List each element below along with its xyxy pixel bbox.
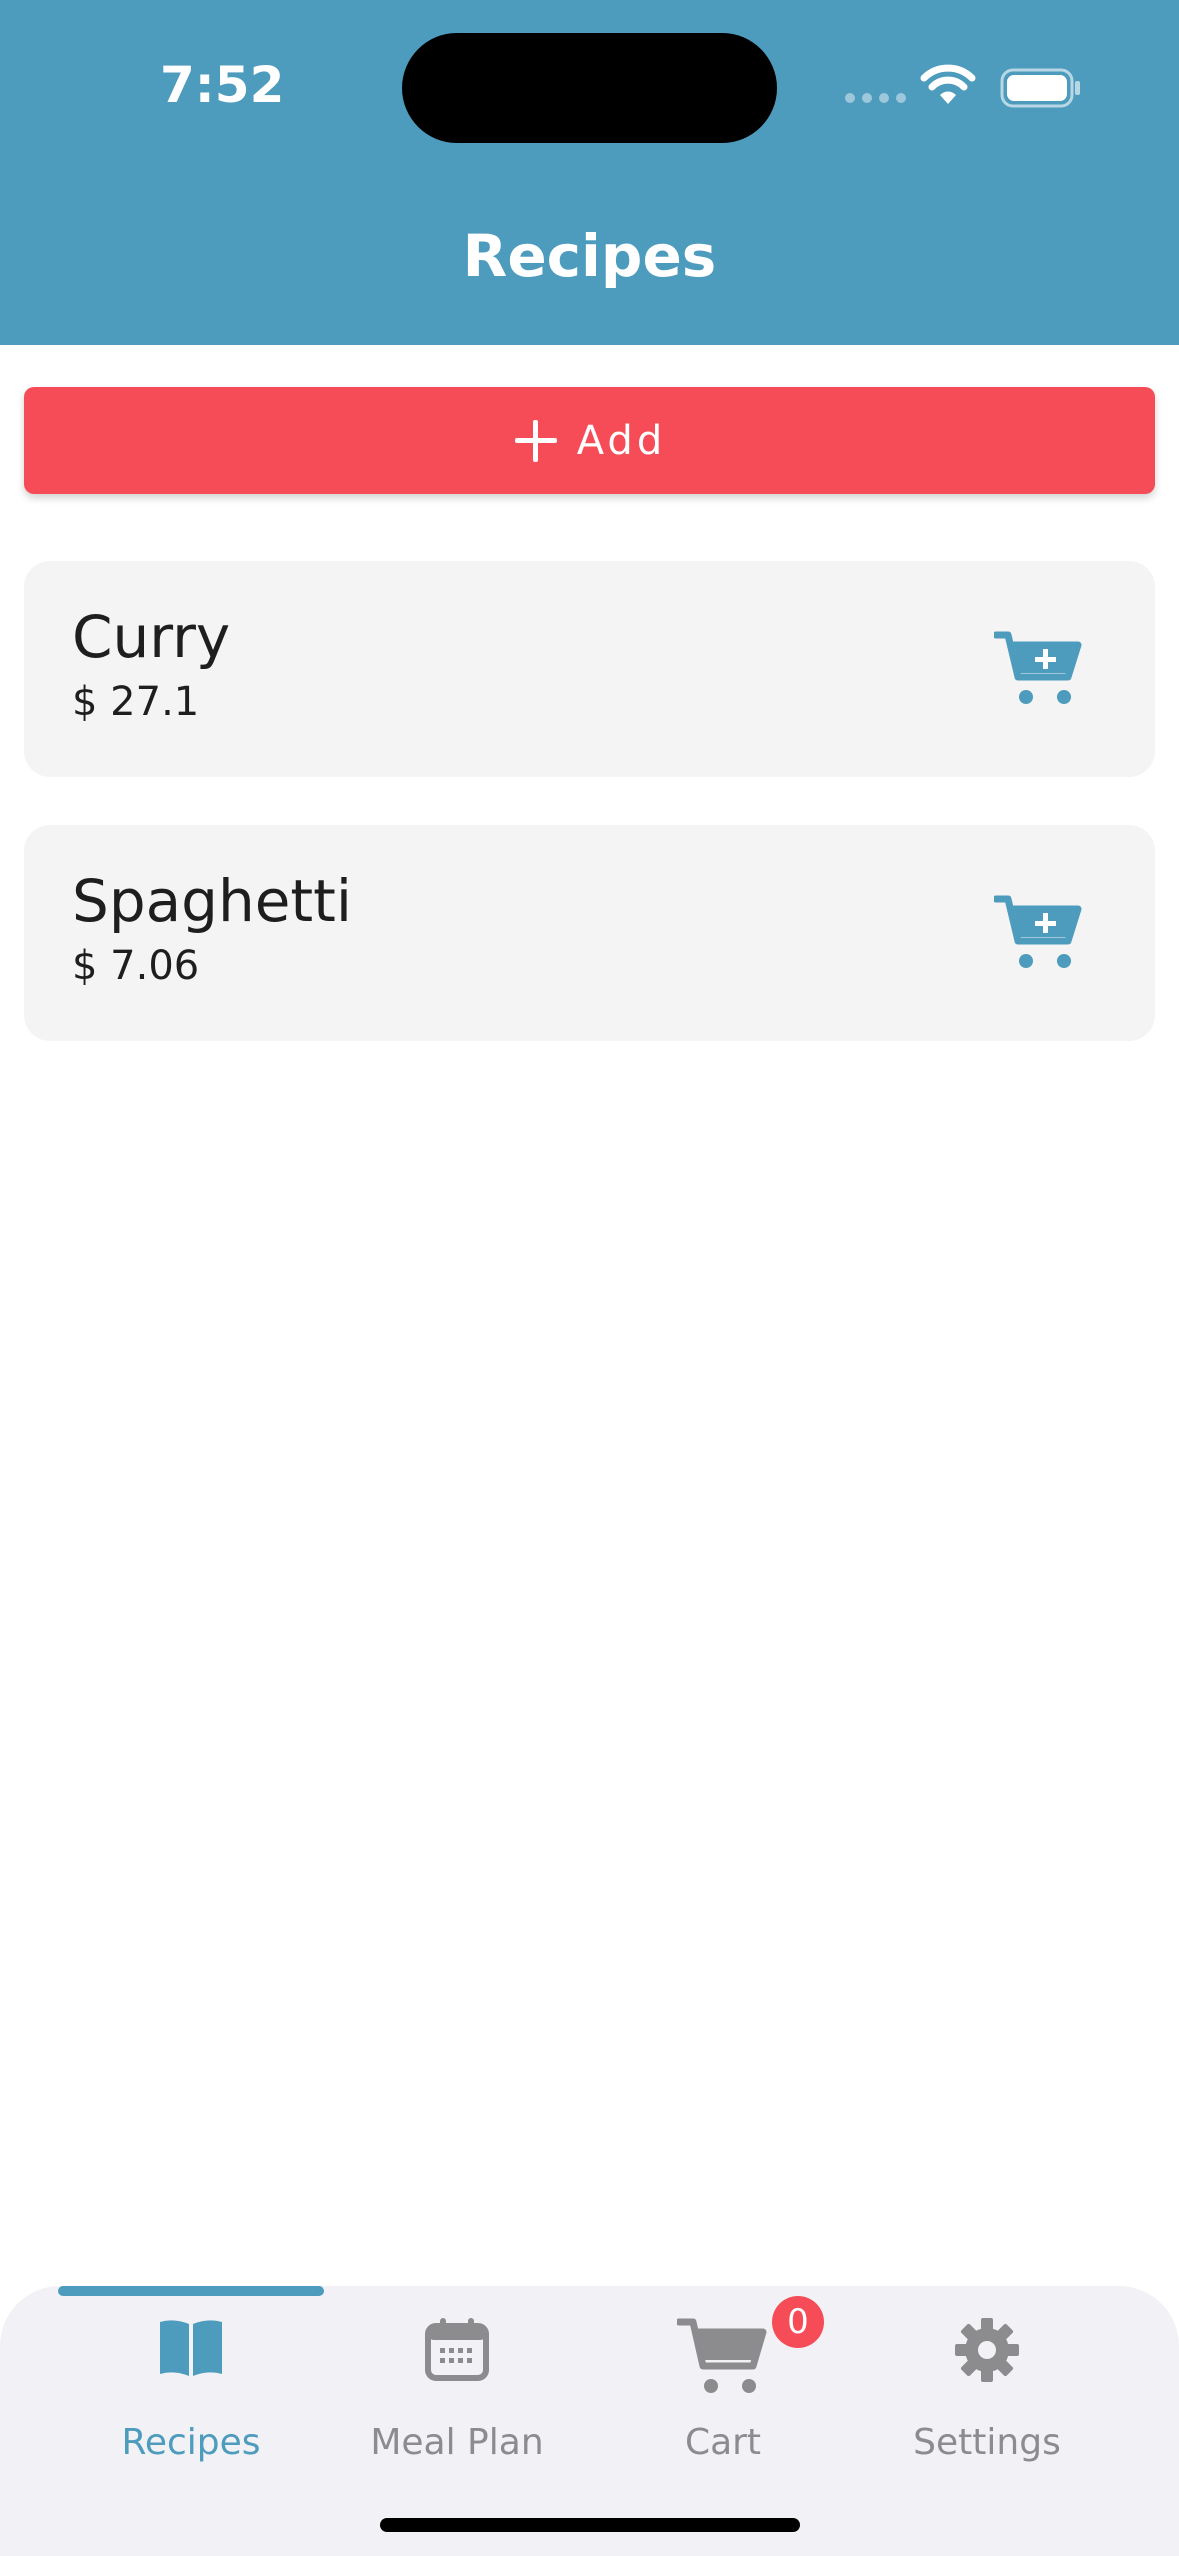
add-recipe-button[interactable]: Add xyxy=(24,387,1155,494)
cart-count-badge: 0 xyxy=(772,2296,824,2348)
cart-plus-icon[interactable] xyxy=(994,629,1084,709)
tab-settings[interactable]: Settings xyxy=(862,2316,1112,2463)
tab-recipes[interactable]: Recipes xyxy=(66,2316,316,2463)
cart-plus-icon[interactable] xyxy=(994,893,1084,973)
recipe-name: Spaghetti xyxy=(72,867,353,935)
tab-bar: Recipes Meal Plan Cart Settings xyxy=(0,2286,1179,2556)
book-icon xyxy=(160,2320,222,2376)
cellular-signal-icon xyxy=(845,93,906,103)
tab-label: Settings xyxy=(913,2422,1061,2463)
status-time: 7:52 xyxy=(160,56,285,114)
calendar-icon xyxy=(425,2318,489,2381)
recipe-card[interactable]: Curry $ 27.1 xyxy=(24,561,1155,777)
home-indicator xyxy=(380,2518,800,2532)
tab-label: Meal Plan xyxy=(370,2422,544,2463)
dynamic-island xyxy=(402,33,777,143)
gear-icon xyxy=(955,2318,1019,2382)
active-tab-indicator xyxy=(58,2286,324,2296)
battery-icon xyxy=(1000,68,1080,108)
plus-icon xyxy=(514,419,557,462)
recipe-price: $ 7.06 xyxy=(72,943,200,989)
page-title: Recipes xyxy=(462,222,717,290)
cart-icon xyxy=(677,2318,767,2393)
app-header: 7:52 Recipes xyxy=(0,0,1179,345)
recipe-card[interactable]: Spaghetti $ 7.06 xyxy=(24,825,1155,1041)
recipe-price: $ 27.1 xyxy=(72,679,200,725)
tab-label: Recipes xyxy=(121,2422,261,2463)
add-button-label: Add xyxy=(576,417,667,464)
recipe-name: Curry xyxy=(72,603,231,671)
wifi-icon xyxy=(920,64,976,104)
tab-label: Cart xyxy=(684,2422,762,2463)
tab-meal-plan[interactable]: Meal Plan xyxy=(332,2316,582,2463)
